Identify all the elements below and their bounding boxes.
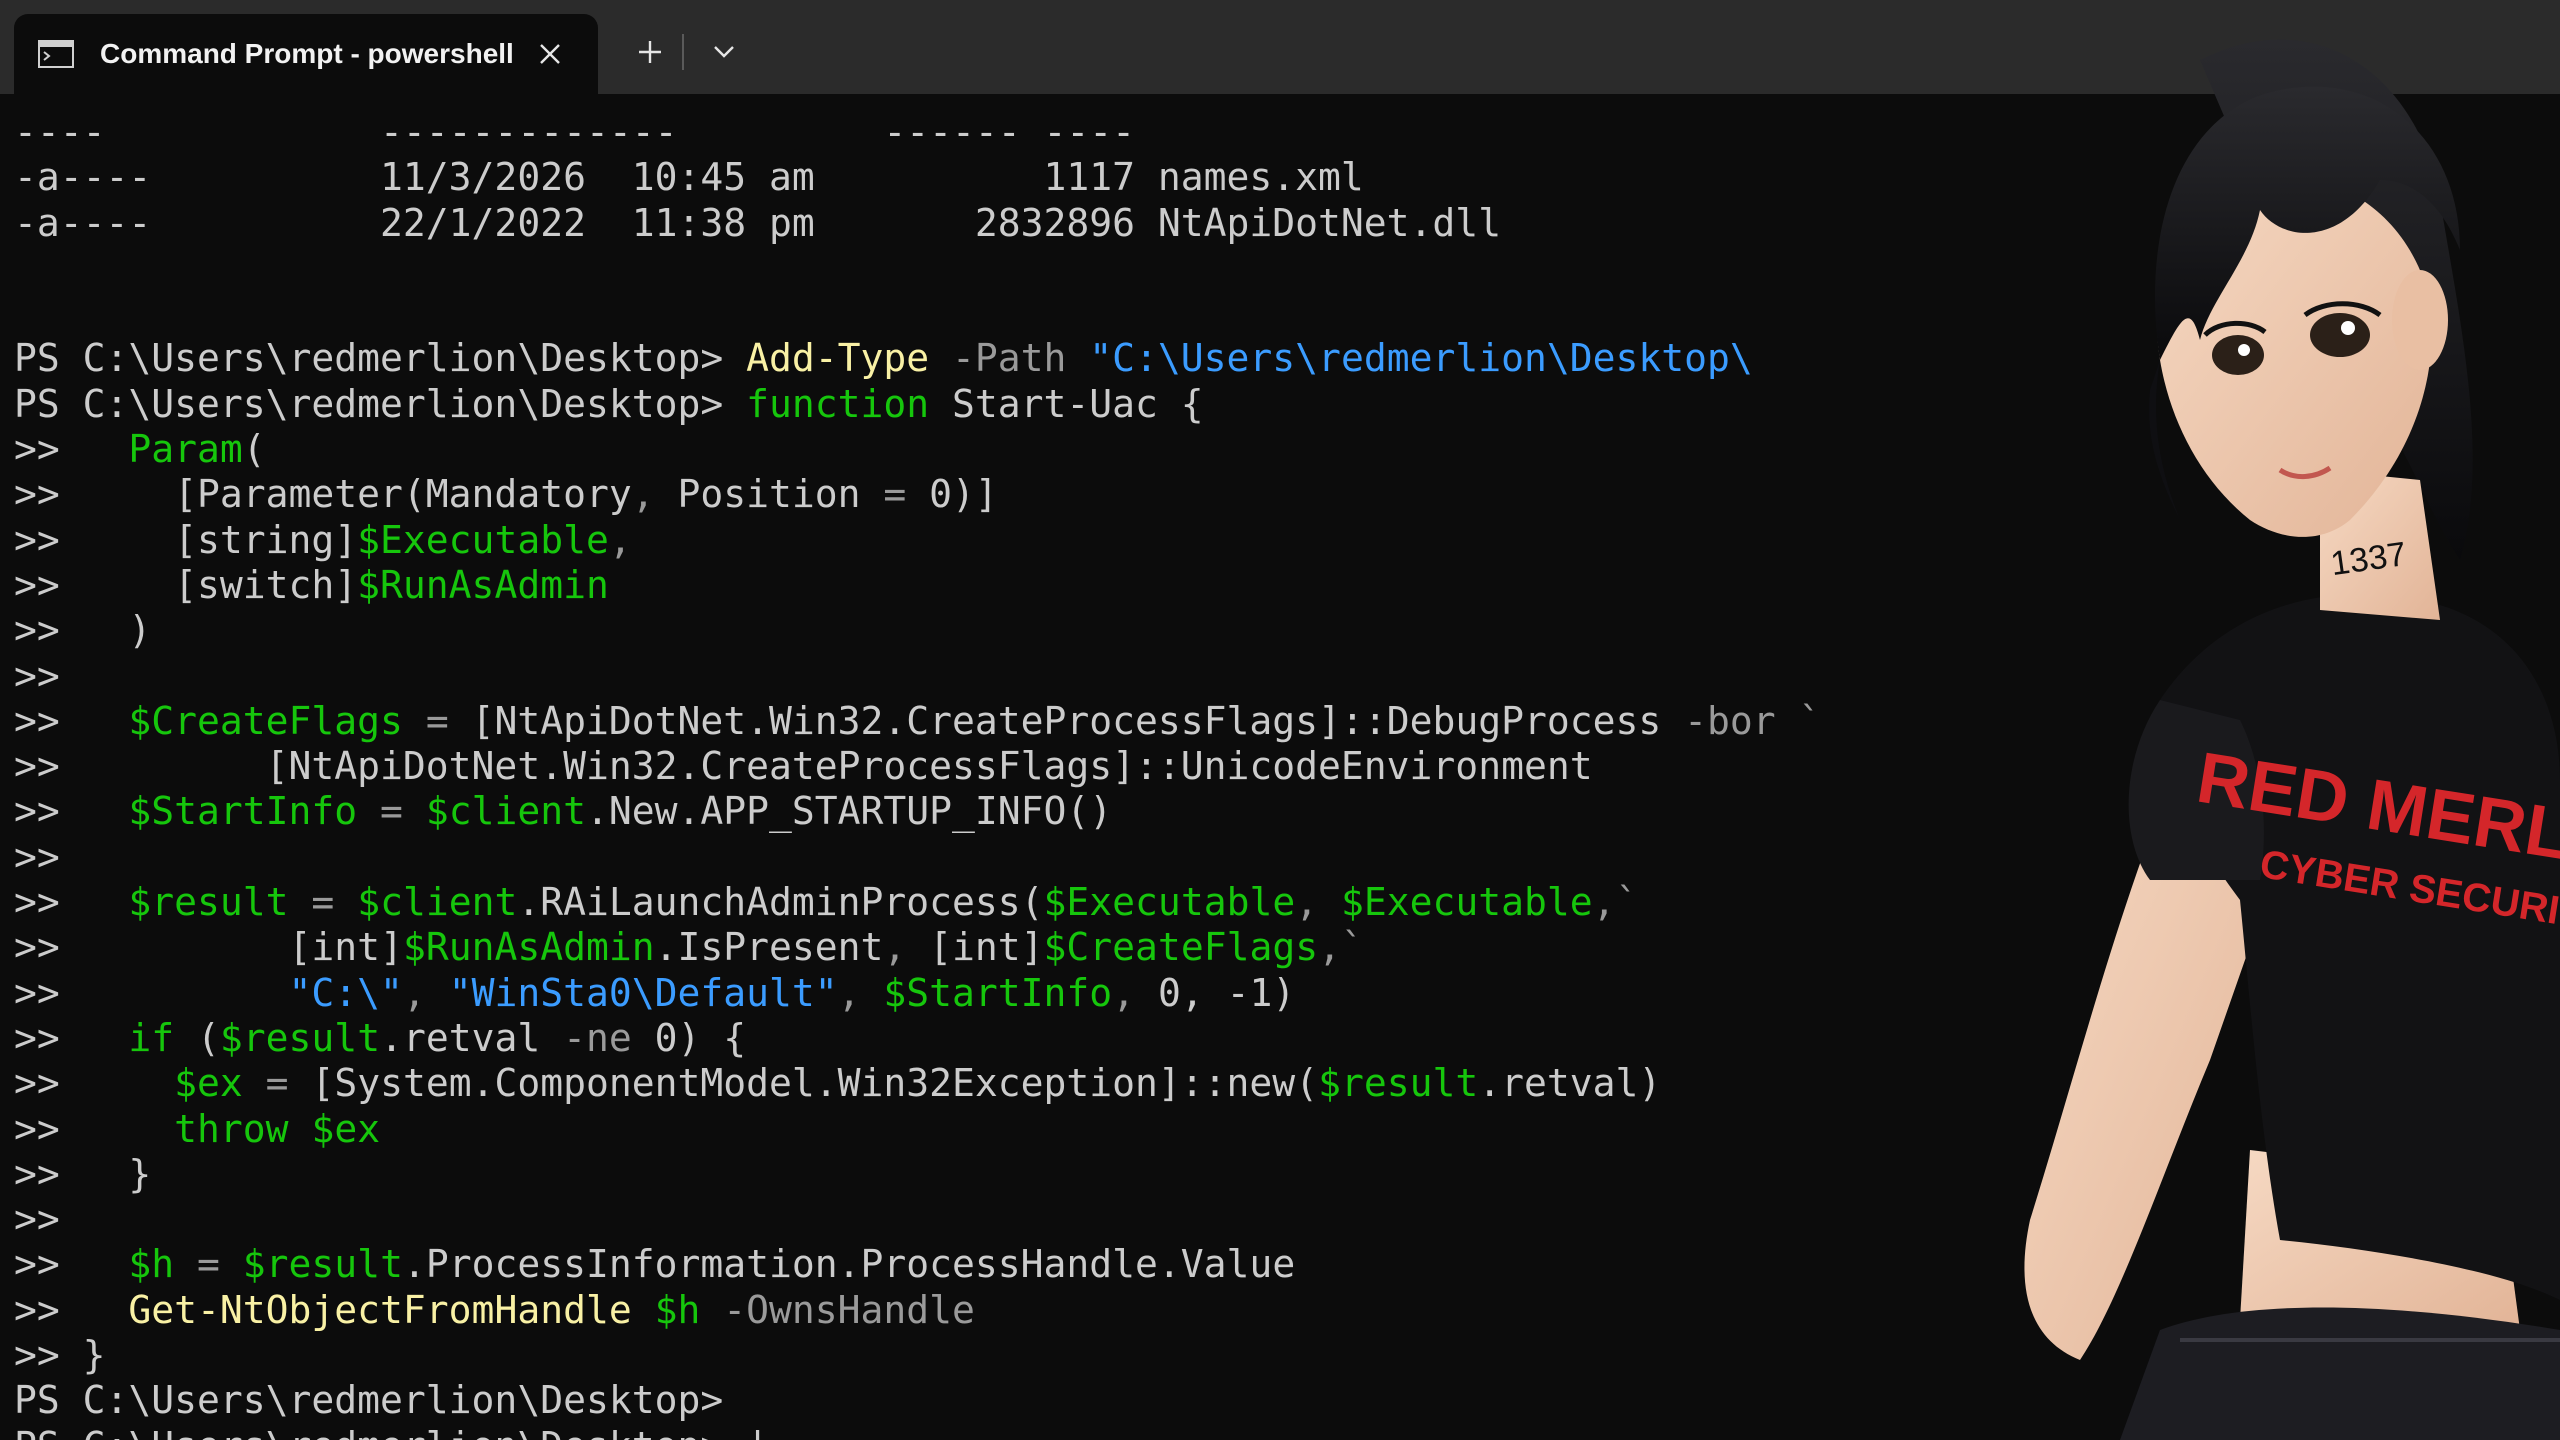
console-token: = [174, 1242, 243, 1287]
console-token [632, 1288, 655, 1332]
console-token: >> [14, 1287, 129, 1332]
console-token: PS C:\Users\redmerlion\Desktop> | [14, 1424, 769, 1440]
console-token: $result [219, 1015, 381, 1060]
console-token: $Executable [357, 517, 609, 562]
console-token: >> ) [14, 608, 152, 653]
console-token: >> } [14, 1333, 106, 1378]
console-token: .ProcessInformation.ProcessHandle.Value [402, 1242, 1296, 1287]
console-token: $ex [311, 1106, 381, 1151]
console-token: "WinSta0\Default" [448, 970, 838, 1015]
console-token: Add-Type [746, 336, 930, 381]
console-token: -a---- 22/1/2022 11:38 pm 2832896 NtApiD… [14, 200, 1502, 245]
console-token: Param [128, 427, 243, 472]
tab-command-prompt[interactable]: Command Prompt - powershell [14, 14, 598, 94]
console-token: = [883, 472, 907, 517]
terminal-icon [36, 39, 76, 69]
console-token: ( [174, 1015, 220, 1060]
console-token: $StartInfo [883, 970, 1113, 1015]
console-token: PS C:\Users\redmerlion\Desktop> [14, 336, 747, 381]
console-token: , [1112, 970, 1158, 1015]
console-token: = [357, 789, 426, 834]
console-token: PS C:\Users\redmerlion\Desktop> [14, 381, 747, 426]
console-token: >> [14, 1106, 175, 1151]
console-token: $client [357, 880, 518, 925]
console-token: $h [128, 1242, 175, 1287]
console-token: = [242, 1061, 312, 1106]
console-token: >> [14, 970, 289, 1015]
new-tab-button[interactable] [620, 22, 680, 82]
console-token: $CreateFlags [1043, 925, 1319, 970]
console-token: ( [242, 427, 266, 472]
console-token: = [288, 880, 358, 925]
console-token: >> [14, 789, 129, 834]
chevron-down-icon [714, 46, 734, 58]
console-token: "C:\" [288, 970, 403, 1015]
console-token: 0)] [906, 472, 998, 517]
console-token: 0, -1) [1157, 970, 1296, 1015]
console-token: .New.APP_STARTUP_INFO() [585, 789, 1113, 834]
console-token: $StartInfo [128, 789, 358, 834]
console-token: = [402, 698, 472, 743]
console-token: >> [14, 1197, 60, 1242]
console-token: , [631, 472, 655, 517]
console-token: $Executable [1043, 880, 1296, 925]
console-token: [System.ComponentModel.Win32Exception]::… [311, 1061, 1319, 1106]
console-token: throw [174, 1106, 289, 1151]
console-token: -OwnsHandle [700, 1287, 975, 1332]
console-token: -ne [563, 1015, 632, 1060]
console-token: [int] [929, 925, 1044, 970]
console-token: >> [switch] [14, 562, 358, 607]
console-token: .RAiLaunchAdminProcess( [517, 880, 1044, 925]
console-token: , [837, 970, 884, 1015]
console-token: >> [string] [14, 517, 358, 562]
console-token: >> [14, 1061, 175, 1106]
divider [682, 34, 684, 70]
console-token: $result [128, 880, 289, 925]
console-token: PS C:\Users\redmerlion\Desktop> [14, 1378, 724, 1423]
console-token: >> [int] [14, 925, 403, 970]
console-token: >> [14, 1015, 129, 1060]
console-token: 0) { [631, 1015, 747, 1060]
console-token: >> [14, 1242, 129, 1287]
console-token: Start-Uac { [929, 381, 1204, 426]
console-token: function [746, 381, 930, 426]
console-token: >> [14, 834, 60, 879]
console-token: Get-NtObjectFromHandle [128, 1287, 632, 1332]
console-token: if [128, 1015, 175, 1060]
console-token: $result [242, 1242, 403, 1287]
console-token: .IsPresent [654, 925, 884, 970]
console-token: , [883, 925, 930, 970]
console-token: >> [14, 427, 129, 472]
console-token: ---- ------------- ------ ---- [14, 110, 1136, 154]
console-token: >> [Parameter(Mandatory [14, 472, 632, 517]
console-token [289, 1107, 312, 1151]
console-token: $client [425, 789, 586, 834]
close-icon[interactable] [528, 32, 572, 76]
plus-icon [639, 41, 661, 63]
console-token: $ex [174, 1061, 243, 1106]
console-token: , [608, 517, 632, 562]
console-token: >> [14, 698, 129, 743]
console-token: >> [NtApiDotNet.Win32.CreateProcessFlags… [14, 744, 1593, 789]
console-token: >> } [14, 1151, 152, 1196]
console-token: -a---- 11/3/2026 10:45 am 1117 names.xml [14, 155, 1364, 200]
console-token: $RunAsAdmin [402, 925, 655, 970]
console-token: $h [654, 1287, 701, 1332]
console-token: >> [14, 880, 129, 925]
tab-dropdown-button[interactable] [694, 22, 754, 82]
anime-character-illustration: RED MERLION CYBER SECURITY 1337 [2024, 39, 2560, 1440]
console-token: $Executable [1340, 880, 1593, 925]
console-token: , [402, 970, 449, 1015]
console-token: -Path [929, 336, 1090, 381]
console-token: .retval [380, 1015, 564, 1060]
console-token: $RunAsAdmin [357, 562, 609, 607]
console-token: >> [14, 653, 60, 698]
console-token: $CreateFlags [128, 698, 403, 743]
console-token: , [1295, 880, 1341, 925]
console-token: ,` [1318, 925, 1364, 970]
console-token: $result [1318, 1061, 1479, 1106]
console-token: [NtApiDotNet.Win32.CreateProcessFlags]::… [471, 698, 1685, 743]
console-token: Position [654, 472, 884, 517]
tab-title: Command Prompt - powershell [100, 38, 514, 69]
